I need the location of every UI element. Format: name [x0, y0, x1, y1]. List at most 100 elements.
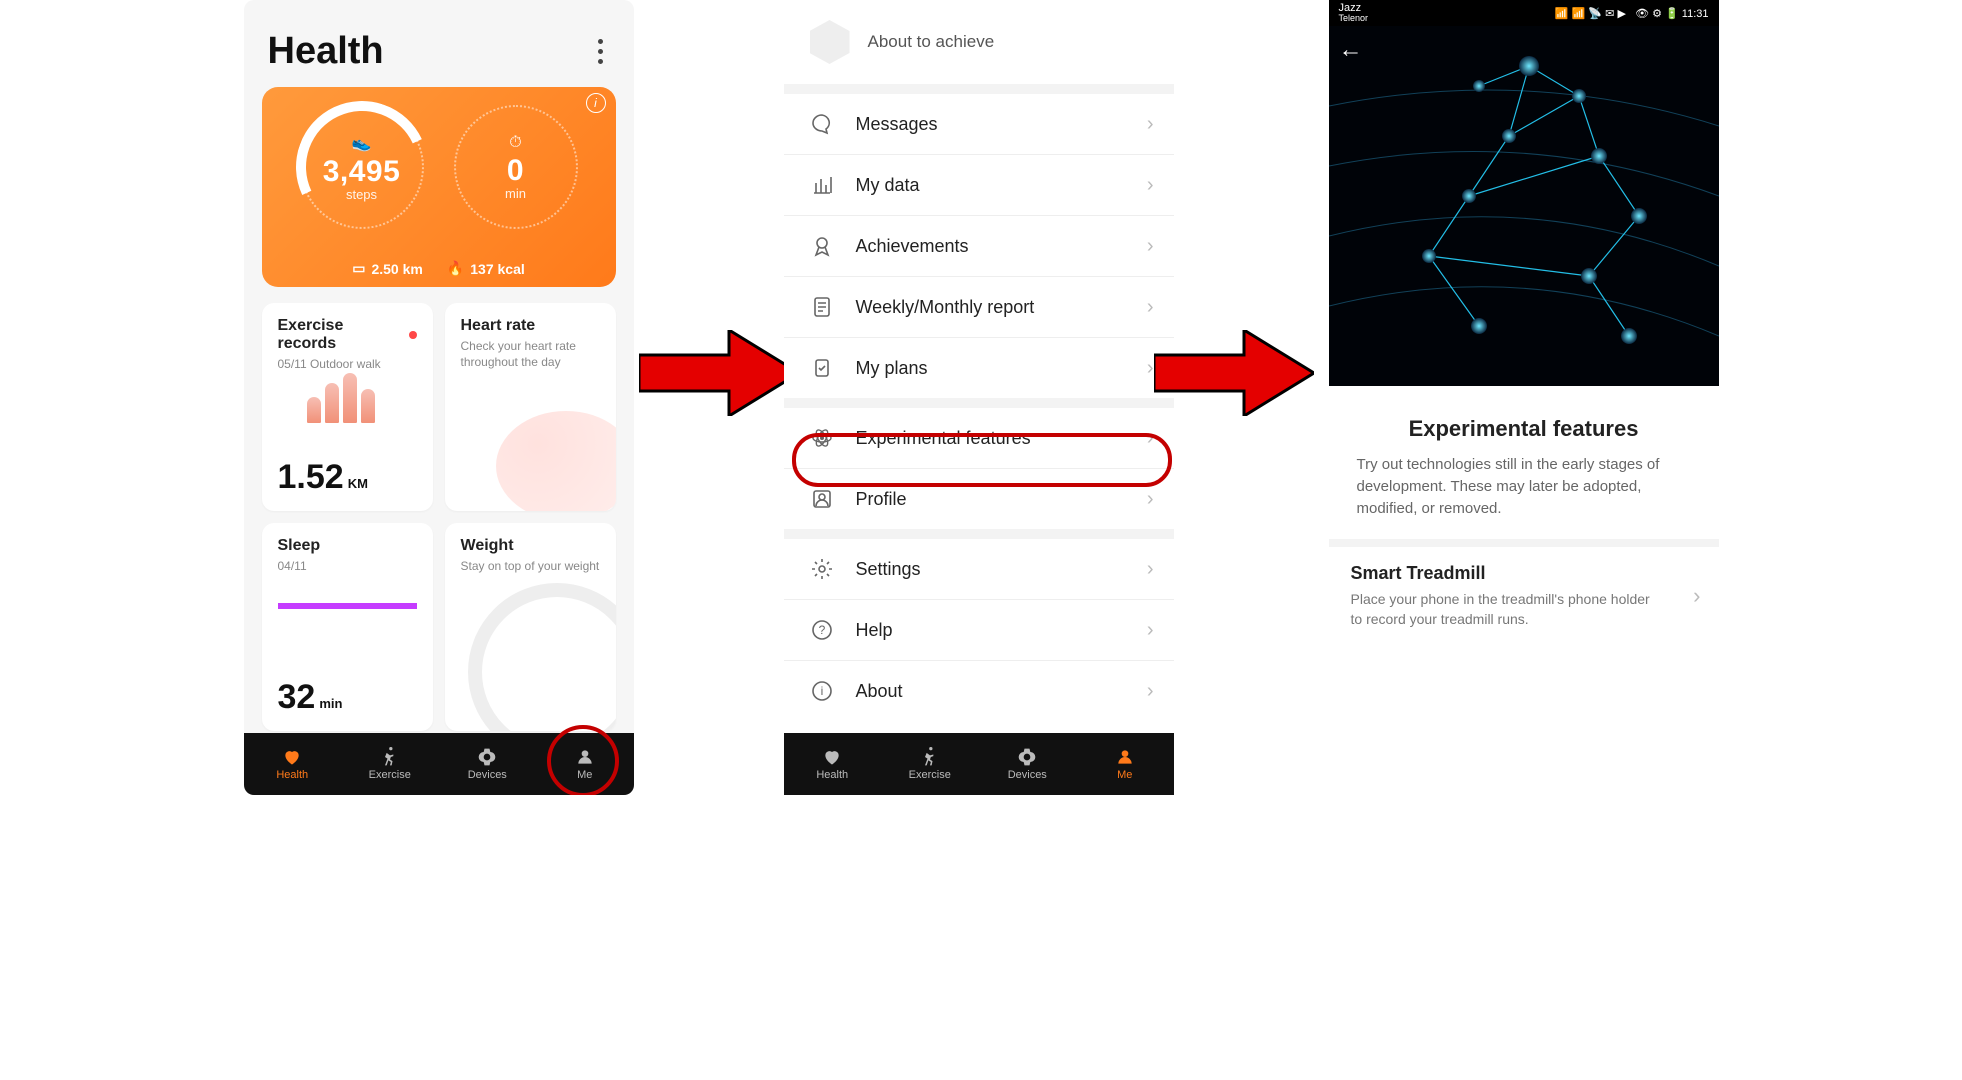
heart-rate-card[interactable]: Heart rate Check your heart rate through…: [445, 303, 616, 511]
watch-icon: [1017, 747, 1037, 767]
nav-label: Me: [577, 769, 592, 781]
chevron-right-icon: ›: [1147, 174, 1154, 197]
menu-item-report[interactable]: Weekly/Monthly report ›: [784, 276, 1174, 337]
chevron-right-icon: ›: [1147, 619, 1154, 642]
menu-label: My plans: [856, 358, 928, 379]
nav-exercise[interactable]: Exercise: [881, 733, 979, 795]
menu-label: Help: [856, 620, 893, 641]
status-icons: 📶 📶 📡 ✉ ▶ 👁 ⚙ 🔋 11:31: [1555, 7, 1709, 20]
card-subtitle: 05/11 Outdoor walk: [278, 357, 417, 373]
bottom-nav: Health Exercise Devices Me: [784, 733, 1174, 795]
section-divider: [1329, 539, 1719, 547]
nav-devices[interactable]: Devices: [979, 733, 1077, 795]
chevron-right-icon: ›: [1147, 488, 1154, 511]
menu-item-settings[interactable]: Settings›: [784, 539, 1174, 599]
chevron-right-icon: ›: [1147, 296, 1154, 319]
atom-icon: [810, 426, 834, 450]
nav-health[interactable]: Health: [244, 733, 342, 795]
exercise-records-card[interactable]: Exercise records 05/11 Outdoor walk 1.52…: [262, 303, 433, 511]
menu-label: Profile: [856, 489, 907, 510]
bottom-nav: Health Exercise Devices Me: [244, 733, 634, 795]
medal-icon: [810, 234, 834, 258]
nav-label: Me: [1117, 769, 1132, 781]
chevron-right-icon: ›: [1147, 235, 1154, 258]
menu-label: Weekly/Monthly report: [856, 297, 1035, 318]
card-subtitle: Stay on top of your weight: [461, 559, 600, 575]
info-icon[interactable]: i: [586, 93, 606, 113]
scale-illustration: [468, 583, 616, 731]
activity-summary-card[interactable]: i 👟 3,495 steps ⏱ 0 min ▭ 2.50 km 🔥 137 …: [262, 87, 616, 287]
person-icon: [1115, 747, 1135, 767]
nav-label: Health: [816, 769, 848, 781]
card-title: Exercise records: [278, 317, 403, 353]
menu-item-messages[interactable]: Messages›: [784, 94, 1174, 154]
chevron-right-icon: ›: [1147, 427, 1154, 450]
carrier-2: Telenor: [1339, 14, 1369, 23]
svg-text:?: ?: [818, 623, 825, 637]
chevron-right-icon: ›: [1147, 357, 1154, 380]
info-icon: i: [810, 679, 834, 703]
clipboard-check-icon: [810, 356, 834, 380]
bars-illustration: [307, 373, 387, 423]
step-arrow-1: [639, 330, 799, 416]
menu-item-profile[interactable]: Profile ›: [784, 468, 1174, 529]
nav-devices[interactable]: Devices: [439, 733, 537, 795]
person-icon: [575, 747, 595, 767]
runner-icon: [920, 747, 940, 767]
chevron-right-icon: ›: [1147, 680, 1154, 703]
sleep-unit: min: [319, 696, 342, 711]
gear-icon: [810, 557, 834, 581]
page-title: Health: [268, 30, 384, 73]
feature-description: Place your phone in the treadmill's phon…: [1351, 590, 1655, 629]
sleep-card[interactable]: Sleep 04/11 32min: [262, 523, 433, 731]
menu-item-about[interactable]: i About ›: [784, 660, 1174, 721]
runner-icon: [380, 747, 400, 767]
notification-dot-icon: [409, 331, 417, 339]
me-settings-screen: About to achieve Messages› My data › Achi…: [784, 0, 1174, 795]
menu-label: About: [856, 681, 903, 702]
profile-icon: [810, 487, 834, 511]
card-title: Heart rate: [461, 317, 600, 335]
chevron-right-icon: ›: [1147, 113, 1154, 136]
report-icon: [810, 295, 834, 319]
status-bar: JazzTelenor 📶 📶 📡 ✉ ▶ 👁 ⚙ 🔋 11:31: [1329, 0, 1719, 26]
card-title: Sleep: [278, 537, 417, 555]
health-home-screen: Health i 👟 3,495 steps ⏱ 0 min ▭ 2.50 km: [244, 0, 634, 795]
feature-smart-treadmill[interactable]: Smart Treadmill Place your phone in the …: [1329, 547, 1719, 645]
page-description: Try out technologies still in the early …: [1329, 454, 1719, 539]
more-menu-button[interactable]: [592, 39, 610, 64]
chevron-right-icon: ›: [1147, 558, 1154, 581]
about-to-achieve-banner[interactable]: About to achieve: [784, 0, 1174, 84]
steps-label: steps: [346, 187, 377, 202]
steps-ring: 👟 3,495 steps: [300, 105, 424, 229]
menu-item-my-plans[interactable]: My plans ›: [784, 337, 1174, 398]
stopwatch-icon: ⏱: [509, 134, 521, 152]
help-icon: ?: [810, 618, 834, 642]
nav-exercise[interactable]: Exercise: [341, 733, 439, 795]
menu-item-my-data[interactable]: My data ›: [784, 154, 1174, 215]
minutes-value: 0: [507, 154, 524, 188]
chat-icon: [810, 112, 834, 136]
card-subtitle: 04/11: [278, 559, 417, 575]
banner-text: About to achieve: [868, 32, 995, 52]
chevron-right-icon: ›: [1693, 583, 1700, 609]
menu-label: My data: [856, 175, 920, 196]
step-arrow-2: [1154, 330, 1314, 416]
nav-health[interactable]: Health: [784, 733, 882, 795]
settings-list: Messages› My data › Achievements› Weekly/…: [784, 94, 1174, 398]
watch-icon: [477, 747, 497, 767]
card-subtitle: Check your heart rate throughout the day: [461, 339, 600, 370]
menu-item-help[interactable]: ? Help ›: [784, 599, 1174, 660]
section-divider: [784, 84, 1174, 94]
minutes-ring: ⏱ 0 min: [454, 105, 578, 229]
menu-item-achievements[interactable]: Achievements›: [784, 215, 1174, 276]
status-time: 11:31: [1682, 8, 1709, 20]
sleep-bar: [278, 603, 417, 609]
weight-card[interactable]: Weight Stay on top of your weight: [445, 523, 616, 731]
nav-me[interactable]: Me: [1076, 733, 1174, 795]
nav-me[interactable]: Me: [536, 733, 634, 795]
exercise-unit: KM: [348, 476, 368, 491]
experimental-features-screen: JazzTelenor 📶 📶 📡 ✉ ▶ 👁 ⚙ 🔋 11:31 ← Exp: [1329, 0, 1719, 795]
feature-title: Smart Treadmill: [1351, 563, 1697, 584]
menu-item-experimental[interactable]: Experimental features›: [784, 408, 1174, 468]
